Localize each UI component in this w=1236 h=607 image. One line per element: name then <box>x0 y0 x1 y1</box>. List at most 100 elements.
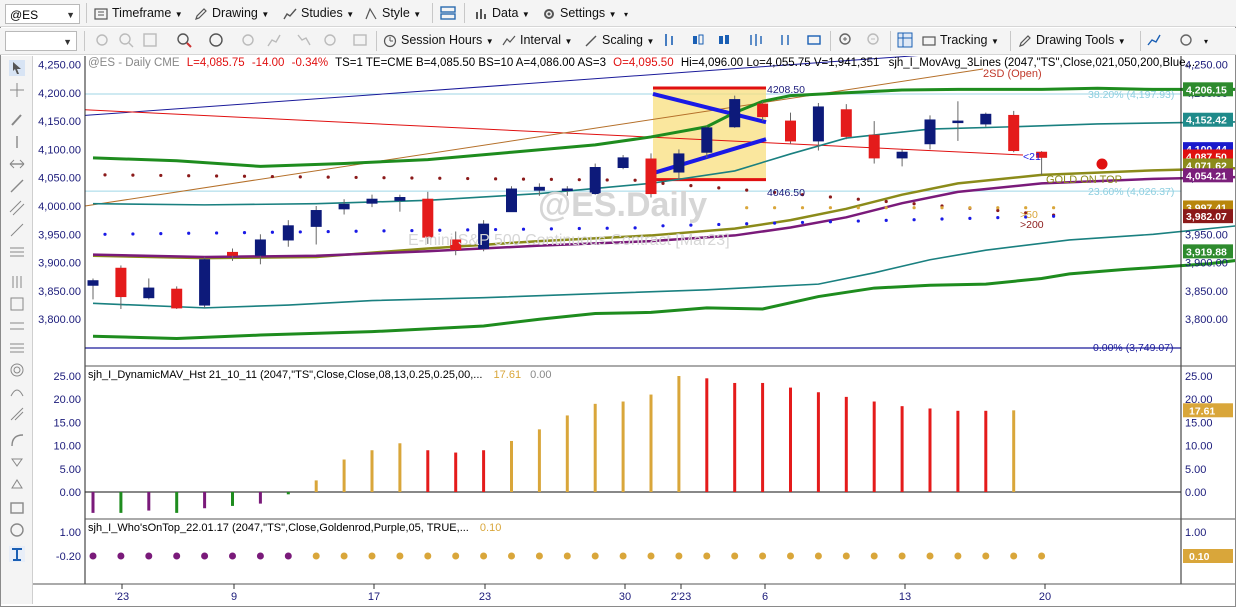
symbol-input[interactable]: @ES ▼ <box>5 4 80 24</box>
alert-marker[interactable] <box>1096 158 1108 170</box>
arc-icon[interactable] <box>9 432 25 448</box>
who-on-top-dot[interactable] <box>145 552 153 560</box>
brush-icon[interactable] <box>9 112 25 128</box>
who-on-top-dot[interactable] <box>89 552 97 560</box>
who-on-top-dot[interactable] <box>731 552 739 560</box>
hist-bar[interactable] <box>314 480 318 492</box>
hist-bar[interactable] <box>91 492 95 513</box>
bars-icon[interactable] <box>9 340 25 356</box>
chevron-down-icon[interactable]: ▾ <box>1204 31 1208 53</box>
who-on-top-dot[interactable] <box>368 552 376 560</box>
who-on-top-dot[interactable] <box>340 552 348 560</box>
hist-bar[interactable] <box>956 410 960 492</box>
hist-bar[interactable] <box>900 406 904 492</box>
search-icon[interactable] <box>176 32 192 48</box>
refresh-icon[interactable] <box>94 32 110 48</box>
hist-bar[interactable] <box>621 401 625 492</box>
who-on-top-dot[interactable] <box>703 552 711 560</box>
hist-bar[interactable] <box>482 450 486 492</box>
horizontal-arrows-icon[interactable] <box>9 156 25 172</box>
ohlc-icon[interactable] <box>716 32 732 48</box>
hist-bar[interactable] <box>844 396 848 492</box>
hist-bar[interactable] <box>286 492 290 495</box>
timeframe-button[interactable]: Timeframe ▼ <box>94 2 183 24</box>
hist-bar[interactable] <box>175 492 179 513</box>
candle[interactable] <box>171 288 183 309</box>
hist-bar[interactable] <box>649 394 653 492</box>
candle[interactable] <box>338 203 350 210</box>
hist-bar[interactable] <box>565 415 569 492</box>
hist-bar[interactable] <box>593 403 597 492</box>
hist-bar[interactable] <box>119 492 123 513</box>
who-on-top-dot[interactable] <box>229 552 236 560</box>
drawing-tools-button[interactable]: Drawing Tools ▼ <box>1018 29 1126 51</box>
hist-bar[interactable] <box>928 408 932 492</box>
who-on-top-dot[interactable] <box>256 552 264 560</box>
candle[interactable] <box>785 120 796 142</box>
who-on-top-dot[interactable] <box>675 552 683 560</box>
who-on-top-dot[interactable] <box>759 552 767 560</box>
gann-icon[interactable] <box>9 296 25 312</box>
channel-icon[interactable] <box>9 200 25 216</box>
hist-bar[interactable] <box>231 492 234 506</box>
hist-bar[interactable] <box>705 378 709 492</box>
candle[interactable] <box>952 120 964 124</box>
candle[interactable] <box>199 259 211 306</box>
who-on-top-dot[interactable] <box>452 552 460 560</box>
who-on-top-dot[interactable] <box>396 552 404 560</box>
hist-bar[interactable] <box>872 401 876 492</box>
layout-icon[interactable] <box>440 5 456 21</box>
candle[interactable] <box>394 197 406 201</box>
hist-bar[interactable] <box>733 382 737 492</box>
candle[interactable] <box>506 188 517 213</box>
hist-bar[interactable] <box>789 387 792 492</box>
hist-bar[interactable] <box>984 410 988 492</box>
candle[interactable] <box>227 251 238 256</box>
trend-icon[interactable] <box>1146 32 1162 48</box>
ellipse-icon[interactable] <box>9 522 25 538</box>
candle[interactable] <box>87 280 99 286</box>
grid-icon[interactable] <box>142 32 158 48</box>
who-on-top-dot[interactable] <box>312 552 320 560</box>
cloud-icon[interactable] <box>1178 32 1194 48</box>
interval-button[interactable]: Interval ▼ <box>502 29 572 51</box>
who-on-top-dot[interactable] <box>563 552 571 560</box>
studies-button[interactable]: Studies ▼ <box>283 2 354 24</box>
who-on-top-dot[interactable] <box>814 552 822 560</box>
chevron-down-icon[interactable]: ▾ <box>624 4 628 26</box>
vertical-lines-icon[interactable] <box>9 274 25 290</box>
who-on-top-dot[interactable] <box>173 552 181 560</box>
hist-bar[interactable] <box>537 429 541 492</box>
who-on-top-dot[interactable] <box>787 552 794 560</box>
candle[interactable] <box>896 151 908 159</box>
who-on-top-dot[interactable] <box>424 552 432 560</box>
chevron-down-icon[interactable]: ▼ <box>63 32 72 52</box>
dots-chart-icon[interactable] <box>748 32 764 48</box>
candle[interactable] <box>701 127 713 153</box>
window-icon[interactable] <box>352 32 368 48</box>
drawing-button[interactable]: Drawing ▼ <box>194 2 269 24</box>
arrow-down-icon[interactable] <box>9 454 25 470</box>
candle[interactable] <box>617 157 629 169</box>
candle[interactable] <box>143 287 155 299</box>
settings-icon[interactable] <box>322 32 338 48</box>
candle[interactable] <box>924 119 936 145</box>
candle[interactable] <box>115 267 127 298</box>
whos-on-top-panel[interactable] <box>89 552 1046 560</box>
who-on-top-dot[interactable] <box>508 552 515 560</box>
bar-chart-icon[interactable] <box>662 32 678 48</box>
candle[interactable] <box>673 153 685 173</box>
who-on-top-dot[interactable] <box>201 552 209 560</box>
hist-bar[interactable] <box>398 443 402 492</box>
text-tool-icon[interactable] <box>9 546 25 562</box>
hist-bar[interactable] <box>370 450 374 492</box>
chart-area[interactable]: 4,250.004,250.004,200.004,200.004,150.00… <box>33 56 1235 604</box>
candle[interactable] <box>1008 114 1020 152</box>
fib-icon[interactable] <box>9 244 25 260</box>
rectangle-icon[interactable] <box>9 500 25 516</box>
hist-bar[interactable] <box>677 376 681 492</box>
settings-button[interactable]: Settings ▼ <box>542 2 617 24</box>
candle[interactable] <box>868 134 880 159</box>
who-on-top-dot[interactable] <box>898 552 906 560</box>
who-on-top-dot[interactable] <box>284 552 292 560</box>
